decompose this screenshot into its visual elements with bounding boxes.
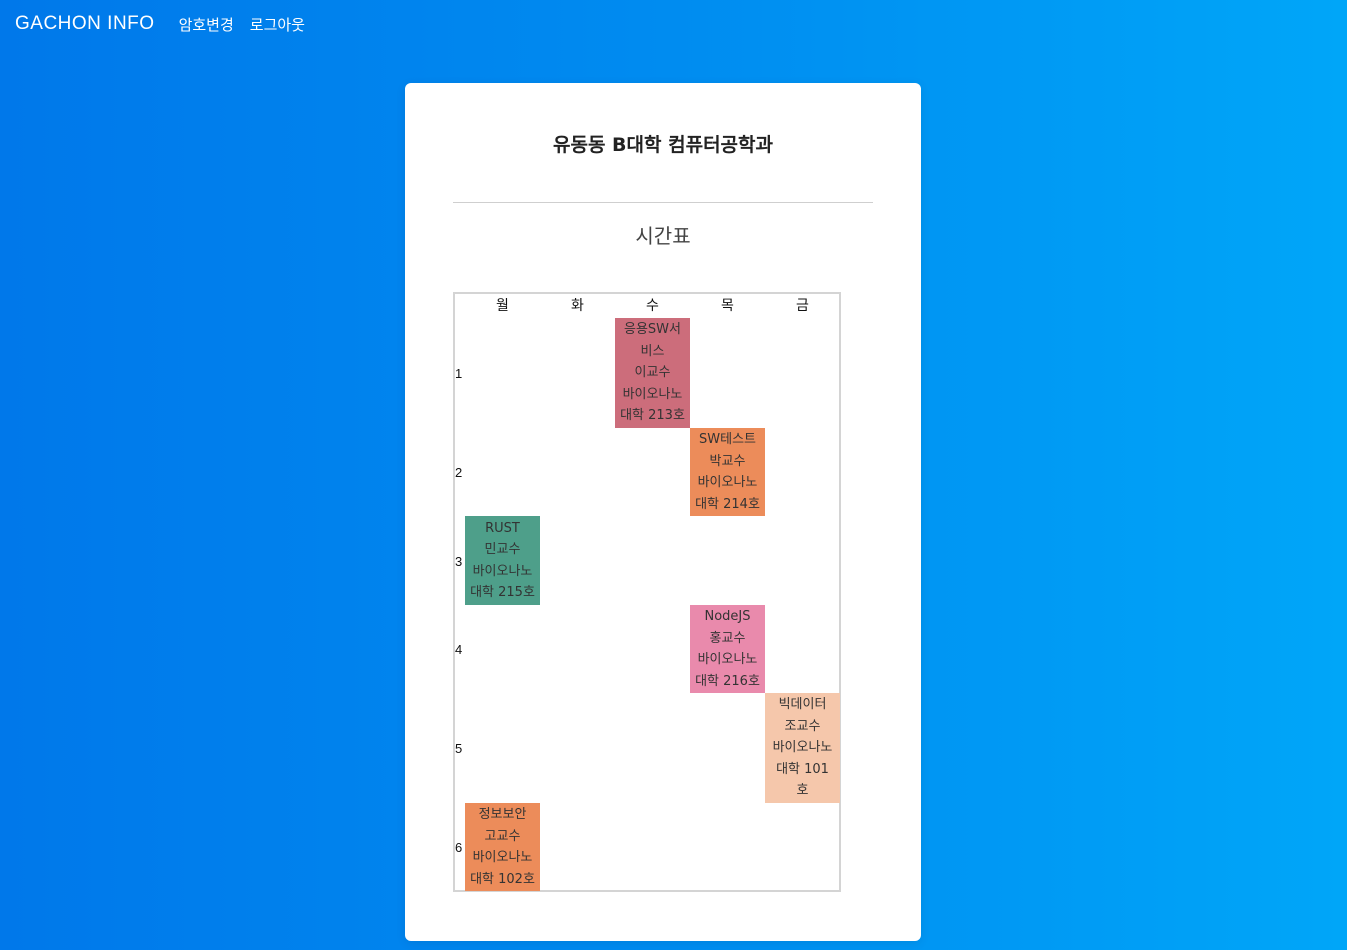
class-name: 응용SW서 bbox=[624, 322, 681, 338]
timetable-card: 유동동 B대학 컴퓨터공학과 시간표 월 화 수 목 금 1 2 3 4 5 6… bbox=[405, 83, 921, 941]
period-label: 2 bbox=[455, 465, 463, 480]
period-label: 3 bbox=[455, 554, 463, 569]
class-cell-app-sw-service[interactable]: 응용SW서 비스 이교수 바이오나노 대학 213호 bbox=[615, 318, 690, 428]
divider bbox=[453, 202, 873, 203]
class-name: NodeJS bbox=[704, 609, 751, 624]
day-header-fri: 금 bbox=[796, 298, 809, 314]
department-title: 유동동 B대학 컴퓨터공학과 bbox=[553, 134, 773, 156]
class-professor: 박교수 bbox=[709, 453, 746, 469]
period-label: 1 bbox=[455, 366, 463, 381]
class-professor: 이교수 bbox=[634, 365, 671, 381]
class-cell-big-data[interactable]: 빅데이터 조교수 바이오나노 대학 101 호 bbox=[765, 693, 840, 803]
timetable: 월 화 수 목 금 1 2 3 4 5 6 응용SW서 비스 이교수 바이오나노… bbox=[453, 292, 841, 892]
day-header-mon: 월 bbox=[496, 298, 509, 314]
class-room: 대학 101 bbox=[776, 761, 829, 777]
class-room: 바이오나노 bbox=[472, 850, 533, 865]
class-room: 바이오나노 bbox=[697, 652, 758, 667]
class-cell-rust[interactable]: RUST 민교수 바이오나노 대학 215호 bbox=[465, 516, 540, 605]
period-label: 4 bbox=[455, 642, 463, 657]
logout-link[interactable]: 로그아웃 bbox=[250, 14, 305, 35]
class-professor: 고교수 bbox=[484, 828, 521, 844]
class-professor: 민교수 bbox=[484, 542, 521, 557]
class-room: 대학 216호 bbox=[695, 673, 760, 689]
class-professor: 조교수 bbox=[784, 718, 821, 734]
class-room: 바이오나노 bbox=[472, 563, 533, 579]
class-name: RUST bbox=[485, 520, 520, 536]
class-room: 대학 102호 bbox=[470, 871, 535, 887]
day-header-thu: 목 bbox=[721, 298, 734, 314]
class-cell-info-security[interactable]: 정보보안 고교수 바이오나노 대학 102호 bbox=[465, 803, 540, 891]
day-header-wed: 수 bbox=[646, 298, 659, 314]
class-room: 호 bbox=[796, 783, 809, 799]
class-room: 바이오나노 bbox=[697, 475, 758, 490]
top-navbar: GACHON INFO 암호변경 로그아웃 bbox=[0, 0, 1347, 48]
class-room: 대학 213호 bbox=[620, 408, 685, 424]
class-cell-nodejs[interactable]: NodeJS 홍교수 바이오나노 대학 216호 bbox=[690, 605, 765, 693]
class-room: 바이오나노 bbox=[772, 740, 833, 756]
change-password-link[interactable]: 암호변경 bbox=[179, 14, 234, 35]
class-name: SW테스트 bbox=[699, 432, 756, 447]
period-label: 5 bbox=[455, 741, 463, 756]
class-name: 정보보안 bbox=[478, 807, 527, 822]
class-room: 대학 214호 bbox=[695, 496, 760, 512]
brand-logo[interactable]: GACHON INFO bbox=[15, 13, 155, 35]
day-header-tue: 화 bbox=[571, 298, 584, 314]
class-name: 빅데이터 bbox=[778, 697, 827, 713]
class-professor: 홍교수 bbox=[709, 630, 746, 646]
class-cell-sw-test[interactable]: SW테스트 박교수 바이오나노 대학 214호 bbox=[690, 428, 765, 516]
class-room: 바이오나노 bbox=[622, 386, 683, 402]
class-name: 비스 bbox=[640, 343, 665, 359]
period-label: 6 bbox=[455, 840, 463, 855]
class-room: 대학 215호 bbox=[470, 585, 535, 600]
section-title: 시간표 bbox=[635, 224, 691, 248]
